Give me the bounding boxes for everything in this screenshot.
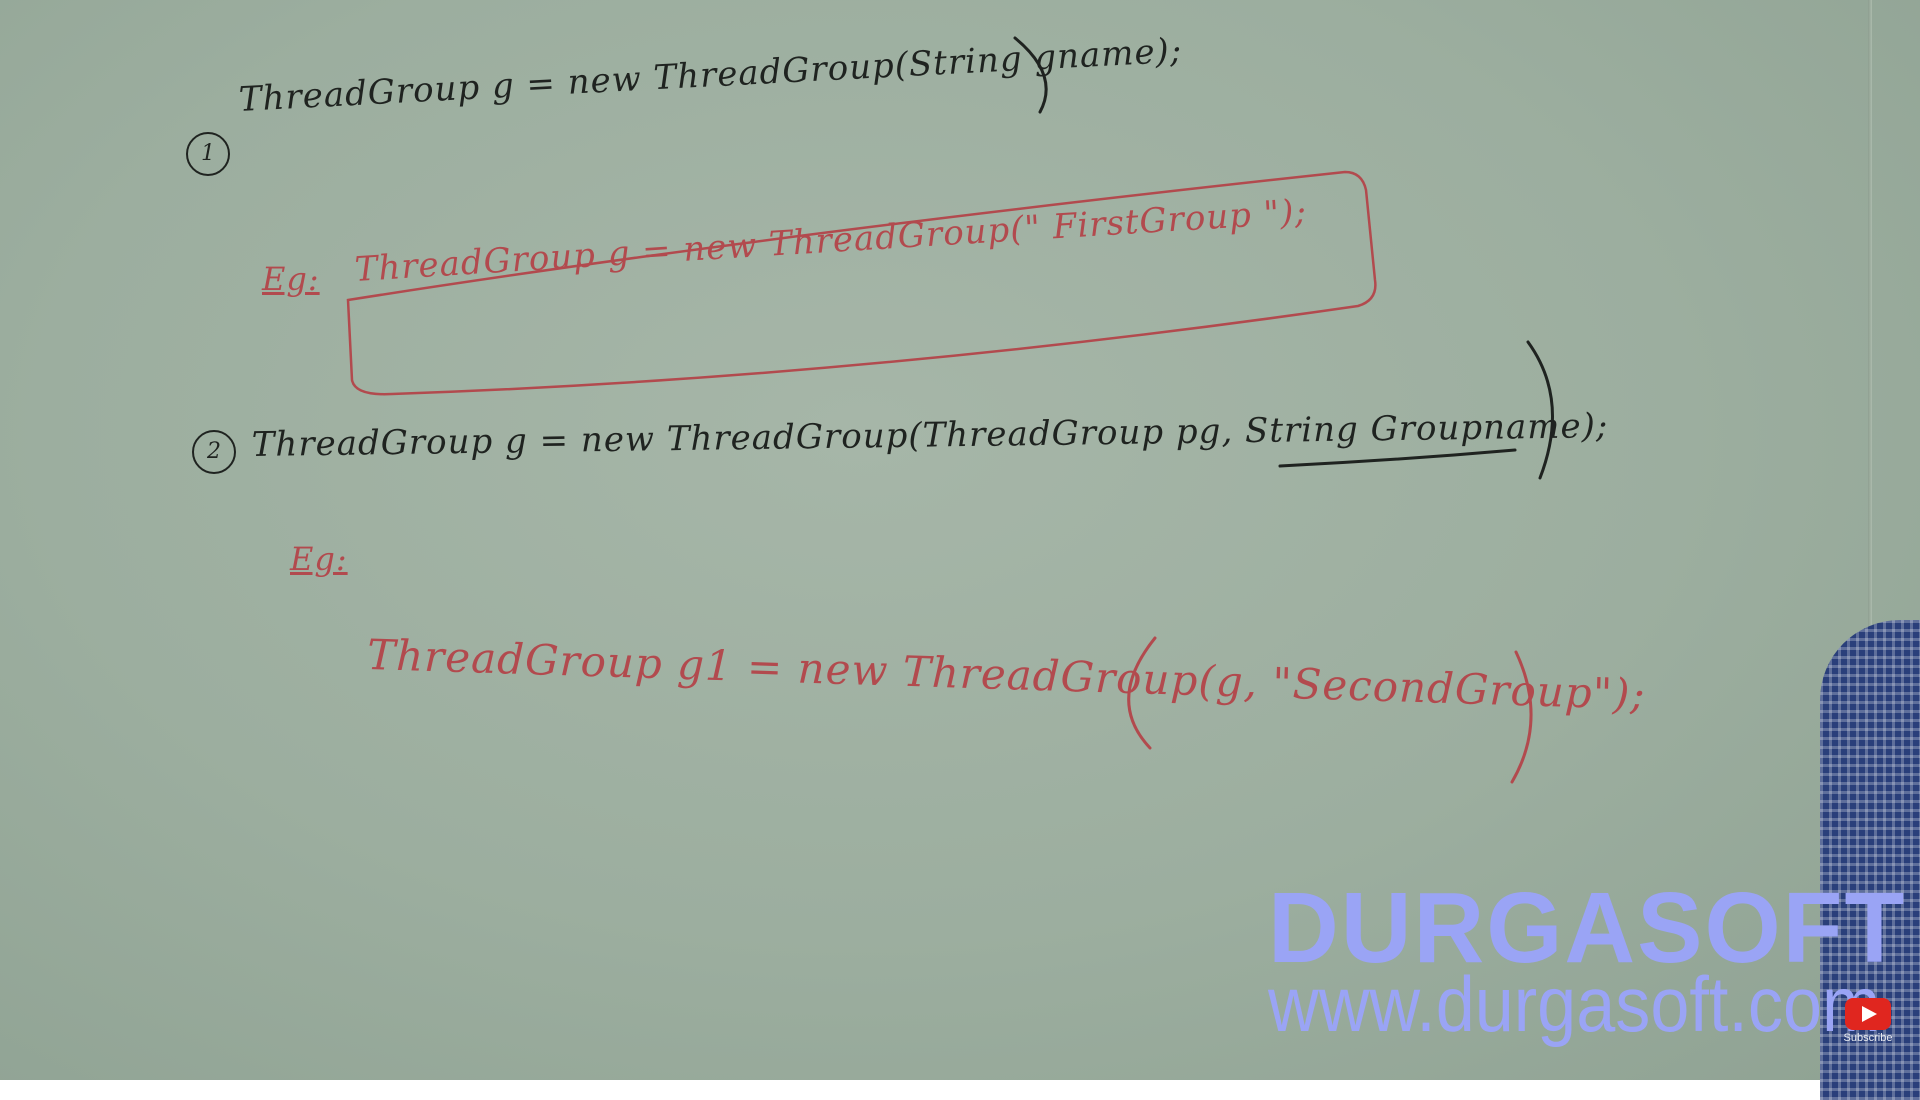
step-number-2: 2: [192, 430, 236, 474]
subscribe-button[interactable]: Subscribe: [1842, 998, 1894, 1048]
subscribe-label: Subscribe: [1843, 1032, 1893, 1044]
example-2-label: Eg:: [290, 540, 348, 578]
step-number-1: 1: [186, 132, 230, 176]
watermark-url: www.durgasoft.com: [1268, 960, 1881, 1048]
youtube-play-icon: [1845, 998, 1891, 1030]
example-1-label: Eg:: [262, 260, 320, 298]
